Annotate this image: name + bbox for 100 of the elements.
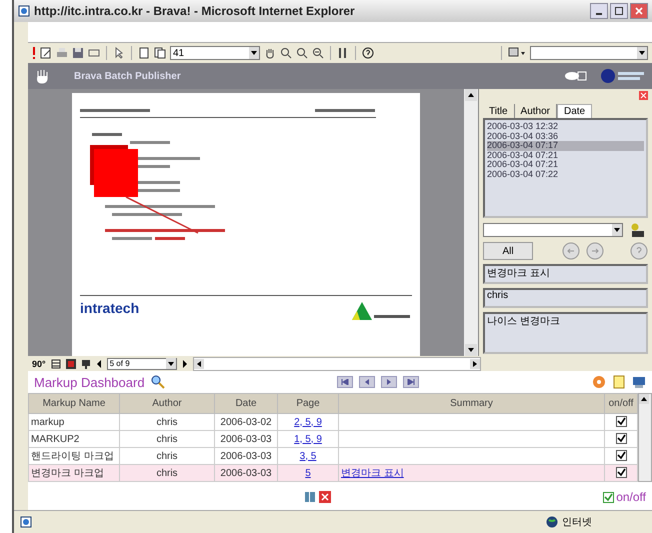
dropdown-field[interactable]	[530, 46, 648, 60]
zoom-out-icon[interactable]	[312, 47, 324, 59]
previous-icon[interactable]	[96, 358, 102, 368]
notepad-icon[interactable]	[612, 375, 626, 389]
save-icon[interactable]	[72, 47, 84, 59]
column-header: Page	[278, 394, 338, 414]
table-row[interactable]: 변경마크 마크업 chris 2006-03-03 5 변경마크 표시	[28, 464, 638, 482]
table-cell: chris	[156, 416, 178, 428]
checkbox[interactable]	[616, 416, 626, 426]
date-item[interactable]: 2006-03-04 07:21	[487, 150, 644, 160]
tab[interactable]: Date	[557, 104, 592, 118]
table-row[interactable]: markup chris 2006-03-02 2, 5, 9	[28, 414, 638, 430]
previous-icon	[363, 379, 372, 385]
globe-logo-icon	[600, 68, 646, 84]
comment-field[interactable]: 나이스 변경마크	[483, 312, 648, 354]
zoom-icon[interactable]	[296, 47, 308, 59]
last-page-icon	[407, 379, 416, 385]
security-zone: 인터넷	[562, 516, 592, 529]
date-item[interactable]: 2006-03-04 07:22	[487, 170, 644, 179]
delete-icon[interactable]	[318, 491, 331, 503]
scroll-left-icon[interactable]	[194, 358, 204, 368]
column-header: Author	[120, 394, 214, 414]
table-cell: MARKUP2	[31, 434, 80, 444]
next-page-button[interactable]	[381, 376, 398, 388]
checkbox[interactable]	[616, 466, 626, 478]
alert-icon[interactable]	[32, 47, 36, 59]
page-select[interactable]: 5 of 9	[106, 358, 177, 370]
hand-icon[interactable]	[264, 47, 276, 59]
layers-icon[interactable]	[50, 358, 61, 368]
column-header: on/off	[604, 394, 638, 414]
page-icon	[20, 516, 32, 528]
table-cell: chris	[156, 450, 178, 462]
search-icon[interactable]	[150, 375, 165, 389]
page-link[interactable]: 5	[305, 468, 311, 478]
previous-page-button[interactable]	[359, 376, 376, 388]
label-field[interactable]: 변경마크 표시	[483, 264, 648, 284]
edit-icon[interactable]	[40, 47, 52, 59]
close-icon[interactable]	[639, 91, 648, 100]
page-field[interactable]: 41	[170, 46, 260, 60]
scroll-right-icon[interactable]	[470, 358, 480, 368]
scrollbar[interactable]	[464, 89, 478, 356]
page-icon	[18, 5, 30, 17]
all-button[interactable]: All	[483, 242, 533, 260]
table-cell: markup	[31, 416, 64, 428]
date-item[interactable]: 2006-03-04 07:17	[487, 141, 644, 150]
scrollbar[interactable]	[192, 356, 481, 370]
minimize-button[interactable]	[590, 3, 608, 19]
first-page-button[interactable]	[337, 376, 354, 388]
page-icon[interactable]	[138, 47, 150, 59]
pointer-icon[interactable]	[113, 47, 125, 59]
table-cell: 핸드라이팅 마크업	[31, 451, 114, 462]
column-header: Markup Name	[28, 394, 120, 414]
table-cell: 2006-03-03	[220, 450, 272, 462]
close-button[interactable]	[630, 3, 648, 19]
table-cell: 2006-03-03	[220, 468, 272, 478]
checkbox[interactable]	[603, 492, 614, 502]
maximize-button[interactable]	[610, 3, 628, 19]
scroll-down-icon[interactable]	[465, 344, 477, 356]
company-logo: intratech	[80, 300, 140, 316]
table-cell: 2006-03-02	[220, 416, 272, 428]
on-off-toggle[interactable]: on/off	[603, 490, 646, 504]
dropdown-field[interactable]	[483, 223, 623, 237]
date-item[interactable]: 2006-03-04 03:36	[487, 132, 644, 141]
window-title: http://itc.intra.co.kr - Brava! - Microsoft Internet Explorer	[34, 4, 355, 18]
close-icon	[635, 7, 643, 15]
table-cell: chris	[156, 468, 178, 478]
author-field[interactable]: chris	[483, 288, 648, 308]
last-page-button[interactable]	[403, 376, 420, 388]
globe-icon	[546, 516, 558, 528]
monitor-icon[interactable]	[632, 375, 646, 389]
column-header: Summary	[338, 394, 604, 414]
triangle-logo-icon	[352, 300, 412, 322]
columns-icon[interactable]	[337, 47, 349, 59]
scrollbar[interactable]	[638, 393, 652, 482]
stop-icon[interactable]	[66, 358, 76, 368]
hand-icon[interactable]	[34, 68, 50, 84]
column-header: Date	[214, 394, 278, 414]
scroll-up-icon[interactable]	[639, 394, 649, 404]
monitor-icon[interactable]	[80, 358, 91, 368]
scroll-up-icon[interactable]	[465, 89, 477, 101]
viewer-title: Brava Batch Publisher	[74, 70, 181, 82]
next-icon[interactable]	[182, 358, 188, 368]
checkbox[interactable]	[616, 450, 626, 460]
table-row[interactable]: MARKUP2 chris 2006-03-03 1, 5, 9	[28, 430, 638, 448]
dashboard-title: Markup Dashboard	[34, 374, 145, 390]
next-icon	[385, 379, 394, 385]
date-item[interactable]: 2006-03-03 12:32	[487, 122, 644, 132]
table-cell: 변경마크 마크업	[31, 468, 104, 479]
table-cell: chris	[156, 434, 178, 444]
pages-icon[interactable]	[154, 47, 166, 59]
help-icon[interactable]	[362, 47, 374, 59]
rotate-button[interactable]: 90°	[32, 358, 46, 368]
date-item[interactable]: 2006-03-04 07:21	[487, 160, 644, 170]
zoom-icon[interactable]	[280, 47, 292, 59]
page-link[interactable]: 3, 5	[300, 450, 316, 462]
checkbox[interactable]	[616, 432, 626, 444]
table-cell: 2006-03-03	[220, 434, 272, 444]
toggle-label: on/off	[616, 490, 646, 504]
summary-link[interactable]: 변경마크 표시	[341, 468, 404, 479]
maximize-icon	[615, 7, 623, 15]
